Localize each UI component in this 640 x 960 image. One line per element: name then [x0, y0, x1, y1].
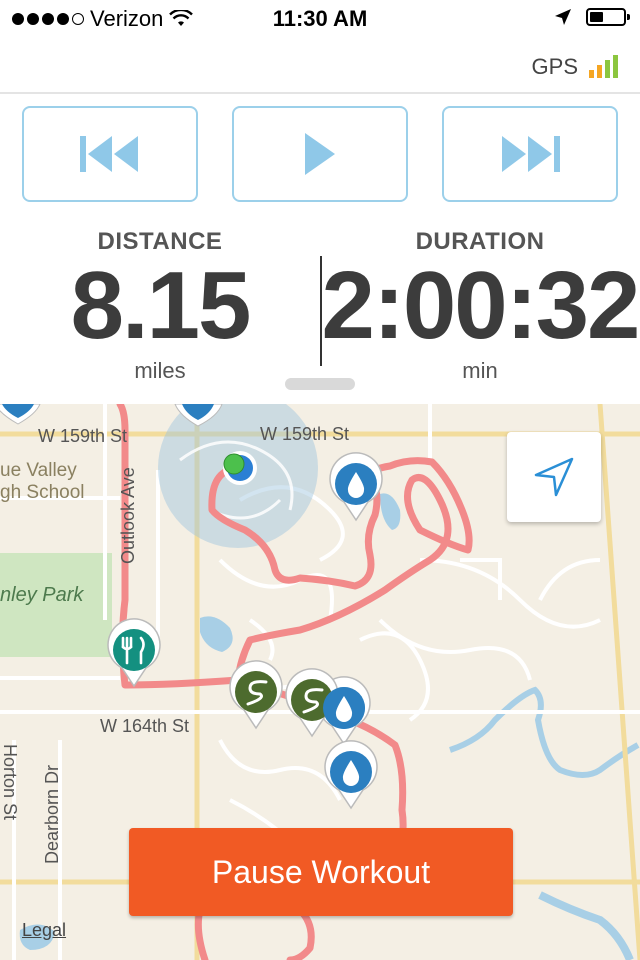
gps-signal-icon: [589, 55, 618, 78]
place-label: nley Park: [0, 584, 84, 606]
street-label: Outlook Ave: [118, 467, 138, 564]
distance-value: 8.15: [70, 252, 252, 359]
next-button[interactable]: [442, 106, 618, 202]
gps-indicator-row: GPS: [0, 40, 640, 94]
pause-workout-button[interactable]: Pause Workout: [129, 828, 513, 916]
pond: [380, 493, 401, 530]
creek: [449, 686, 640, 778]
play-icon: [305, 133, 335, 175]
place-label: ue Valley: [0, 460, 77, 481]
playback-controls: [0, 106, 640, 202]
place-label: gh School: [0, 482, 85, 503]
navigation-arrow-icon: [534, 457, 574, 497]
legal-link[interactable]: Legal: [22, 920, 66, 941]
street-label: Dearborn Dr: [42, 764, 62, 864]
drag-handle[interactable]: [285, 378, 355, 390]
status-bar: Verizon 11:30 AM: [0, 0, 640, 40]
distance-stat: DISTANCE 8.15 miles: [0, 228, 320, 384]
street-label: W 164th St: [100, 716, 190, 736]
location-arrow-icon: [555, 9, 571, 25]
street-label: W 159th St: [38, 426, 128, 446]
duration-unit: min: [462, 358, 498, 383]
creek: [538, 891, 634, 960]
duration-value: 2:00:32: [321, 252, 640, 359]
pond: [200, 616, 233, 652]
play-button[interactable]: [232, 106, 408, 202]
start-point-icon: [223, 453, 245, 475]
workout-stats: DISTANCE 8.15 miles DURATION 2:00:32 min: [0, 228, 640, 398]
previous-button[interactable]: [22, 106, 198, 202]
battery-icon: [586, 8, 630, 26]
street-label: Horton St: [0, 744, 20, 821]
recenter-location-button[interactable]: [507, 432, 601, 522]
skip-back-icon: [80, 136, 138, 172]
distance-unit: miles: [134, 358, 186, 383]
clock: 11:30 AM: [272, 6, 368, 31]
gps-label: GPS: [531, 54, 578, 79]
duration-stat: DURATION 2:00:32 min: [320, 228, 640, 384]
street-label: W 159th St: [260, 424, 350, 444]
skip-forward-icon: [502, 136, 560, 172]
